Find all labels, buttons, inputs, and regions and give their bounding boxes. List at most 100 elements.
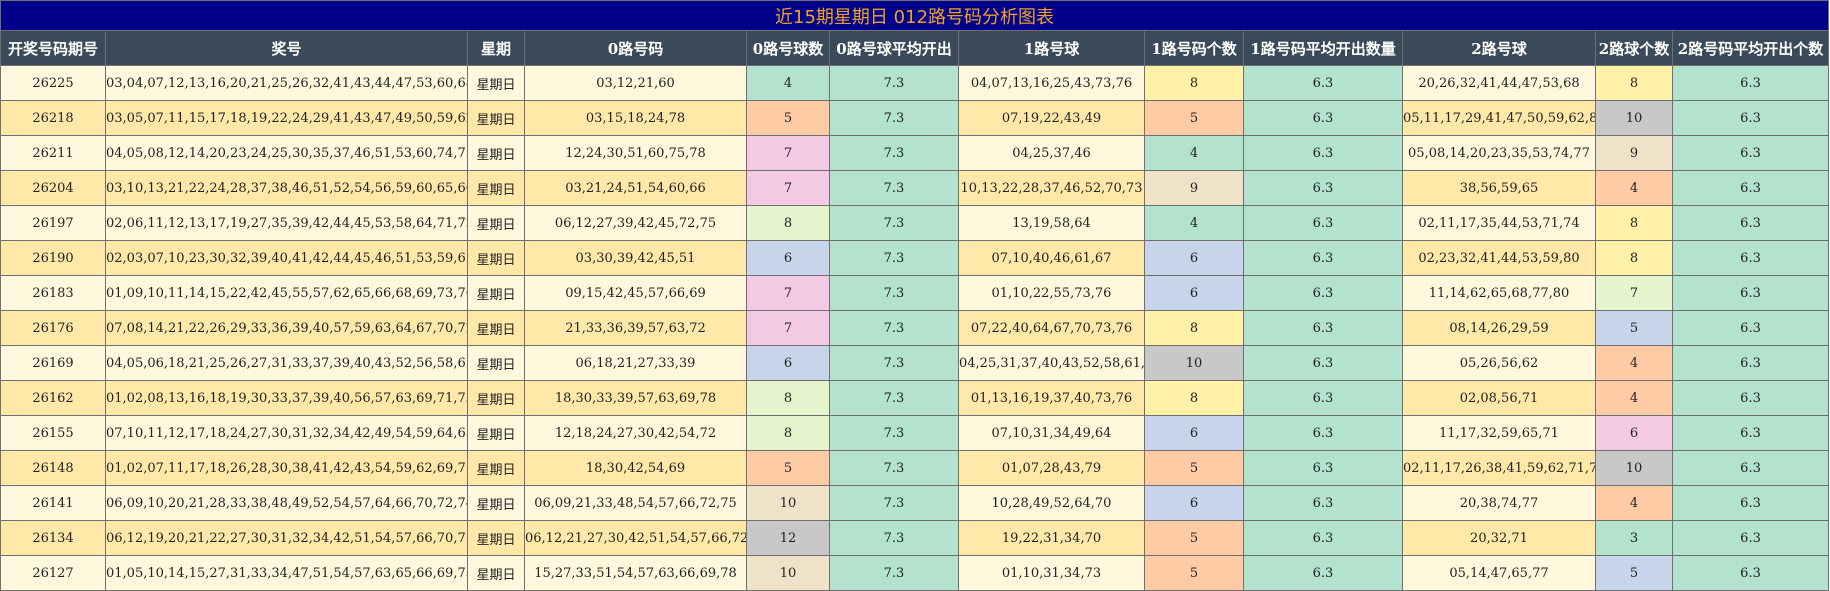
cell-numbers: 03,05,07,11,15,17,18,19,22,24,29,41,43,4… (105, 100, 468, 136)
cell-route1-count: 6 (1144, 240, 1244, 276)
cell-route0-numbers: 03,12,21,60 (524, 65, 747, 101)
cell-route1-numbers: 01,07,28,43,79 (958, 450, 1145, 486)
cell-route2-average: 6.3 (1671, 170, 1830, 206)
cell-issue: 26190 (0, 240, 106, 276)
cell-issue: 26169 (0, 345, 106, 381)
cell-route0-average: 7.3 (829, 65, 959, 101)
cell-route2-numbers: 02,11,17,26,38,41,59,62,71,74 (1402, 450, 1596, 486)
cell-weekday: 星期日 (467, 415, 525, 451)
cell-route0-average: 7.3 (829, 415, 959, 451)
cell-weekday: 星期日 (467, 65, 525, 101)
cell-route0-average: 7.3 (829, 520, 959, 556)
header-route1-count: 1路号码个数 (1144, 30, 1244, 66)
cell-route1-average: 6.3 (1243, 485, 1403, 521)
cell-route1-numbers: 04,07,13,16,25,43,73,76 (958, 65, 1145, 101)
cell-weekday: 星期日 (467, 170, 525, 206)
cell-numbers: 02,06,11,12,13,17,19,27,35,39,42,44,45,5… (105, 205, 468, 241)
cell-route0-count: 7 (746, 310, 830, 346)
cell-route1-average: 6.3 (1243, 450, 1403, 486)
cell-route2-numbers: 05,11,17,29,41,47,50,59,62,80 (1402, 100, 1596, 136)
header-route0-numbers: 0路号码 (524, 30, 747, 66)
cell-route0-count: 10 (746, 555, 830, 591)
cell-numbers: 02,03,07,10,23,30,32,39,40,41,42,44,45,4… (105, 240, 468, 276)
cell-route0-numbers: 06,18,21,27,33,39 (524, 345, 747, 381)
cell-route1-numbers: 07,10,40,46,61,67 (958, 240, 1145, 276)
cell-route0-numbers: 06,12,21,27,30,42,51,54,57,66,72,75 (524, 520, 747, 556)
cell-route1-numbers: 10,13,22,28,37,46,52,70,73 (958, 170, 1145, 206)
cell-route0-count: 6 (746, 345, 830, 381)
cell-route2-numbers: 38,56,59,65 (1402, 170, 1596, 206)
cell-route0-count: 4 (746, 65, 830, 101)
cell-route0-average: 7.3 (829, 240, 959, 276)
cell-route0-count: 7 (746, 135, 830, 171)
cell-route2-numbers: 02,23,32,41,44,53,59,80 (1402, 240, 1596, 276)
cell-route0-numbers: 03,15,18,24,78 (524, 100, 747, 136)
cell-route1-count: 5 (1144, 100, 1244, 136)
cell-route0-numbers: 03,21,24,51,54,60,66 (524, 170, 747, 206)
cell-route2-count: 3 (1595, 520, 1673, 556)
cell-route2-count: 8 (1595, 65, 1673, 101)
cell-route1-average: 6.3 (1243, 240, 1403, 276)
cell-route2-count: 8 (1595, 240, 1673, 276)
cell-route0-numbers: 06,09,21,33,48,54,57,66,72,75 (524, 485, 747, 521)
table-row: 26155 07,10,11,12,17,18,24,27,30,31,32,34… (0, 415, 1830, 451)
cell-route2-count: 4 (1595, 380, 1673, 416)
cell-route0-average: 7.3 (829, 310, 959, 346)
cell-route1-count: 5 (1144, 555, 1244, 591)
cell-route2-numbers: 02,11,17,35,44,53,71,74 (1402, 205, 1596, 241)
cell-route0-numbers: 09,15,42,45,57,66,69 (524, 275, 747, 311)
table-row: 26183 01,09,10,11,14,15,22,42,45,55,57,62… (0, 275, 1830, 311)
cell-numbers: 06,09,10,20,21,28,33,38,48,49,52,54,57,6… (105, 485, 468, 521)
cell-route2-count: 9 (1595, 135, 1673, 171)
cell-route2-numbers: 05,26,56,62 (1402, 345, 1596, 381)
table-row: 26211 04,05,08,12,14,20,23,24,25,30,35,37… (0, 135, 1830, 171)
cell-route1-count: 4 (1144, 205, 1244, 241)
cell-numbers: 01,09,10,11,14,15,22,42,45,55,57,62,65,6… (105, 275, 468, 311)
table-row: 26225 03,04,07,12,13,16,20,21,25,26,32,41… (0, 65, 1830, 101)
cell-route1-average: 6.3 (1243, 310, 1403, 346)
cell-route2-average: 6.3 (1671, 205, 1830, 241)
cell-weekday: 星期日 (467, 310, 525, 346)
cell-route1-numbers: 07,10,31,34,49,64 (958, 415, 1145, 451)
analysis-table-container: 近15期星期日 012路号码分析图表 开奖号码期号 奖号 星期 0路号码 0路号… (0, 0, 1830, 591)
cell-route0-numbers: 18,30,42,54,69 (524, 450, 747, 486)
cell-route0-average: 7.3 (829, 275, 959, 311)
cell-route0-average: 7.3 (829, 205, 959, 241)
cell-route1-count: 8 (1144, 380, 1244, 416)
cell-route2-average: 6.3 (1671, 310, 1830, 346)
cell-issue: 26211 (0, 135, 106, 171)
cell-route2-average: 6.3 (1671, 450, 1830, 486)
cell-issue: 26127 (0, 555, 106, 591)
cell-weekday: 星期日 (467, 485, 525, 521)
cell-route1-average: 6.3 (1243, 520, 1403, 556)
header-row: 开奖号码期号 奖号 星期 0路号码 0路号球数 0路号球平均开出 1路号球 1路… (0, 30, 1830, 66)
cell-route0-numbers: 21,33,36,39,57,63,72 (524, 310, 747, 346)
cell-route0-average: 7.3 (829, 450, 959, 486)
cell-route2-count: 4 (1595, 170, 1673, 206)
cell-route2-average: 6.3 (1671, 135, 1830, 171)
cell-route2-numbers: 02,08,56,71 (1402, 380, 1596, 416)
table-row: 26148 01,02,07,11,17,18,26,28,30,38,41,42… (0, 450, 1830, 486)
cell-route1-numbers: 07,22,40,64,67,70,73,76 (958, 310, 1145, 346)
cell-weekday: 星期日 (467, 205, 525, 241)
cell-route2-numbers: 05,08,14,20,23,35,53,74,77 (1402, 135, 1596, 171)
cell-issue: 26155 (0, 415, 106, 451)
cell-issue: 26183 (0, 275, 106, 311)
table-title: 近15期星期日 012路号码分析图表 (0, 0, 1830, 31)
cell-route0-numbers: 12,24,30,51,60,75,78 (524, 135, 747, 171)
cell-route1-average: 6.3 (1243, 555, 1403, 591)
cell-route1-count: 8 (1144, 310, 1244, 346)
header-issue: 开奖号码期号 (0, 30, 106, 66)
cell-weekday: 星期日 (467, 345, 525, 381)
cell-route1-count: 9 (1144, 170, 1244, 206)
cell-route1-average: 6.3 (1243, 345, 1403, 381)
cell-route0-average: 7.3 (829, 485, 959, 521)
cell-issue: 26162 (0, 380, 106, 416)
cell-route2-numbers: 20,32,71 (1402, 520, 1596, 556)
cell-route0-count: 5 (746, 450, 830, 486)
cell-route2-numbers: 08,14,26,29,59 (1402, 310, 1596, 346)
cell-route1-average: 6.3 (1243, 380, 1403, 416)
cell-route2-average: 6.3 (1671, 485, 1830, 521)
cell-route1-numbers: 07,19,22,43,49 (958, 100, 1145, 136)
header-route2-average: 2路号码平均开出个数 (1671, 30, 1830, 66)
